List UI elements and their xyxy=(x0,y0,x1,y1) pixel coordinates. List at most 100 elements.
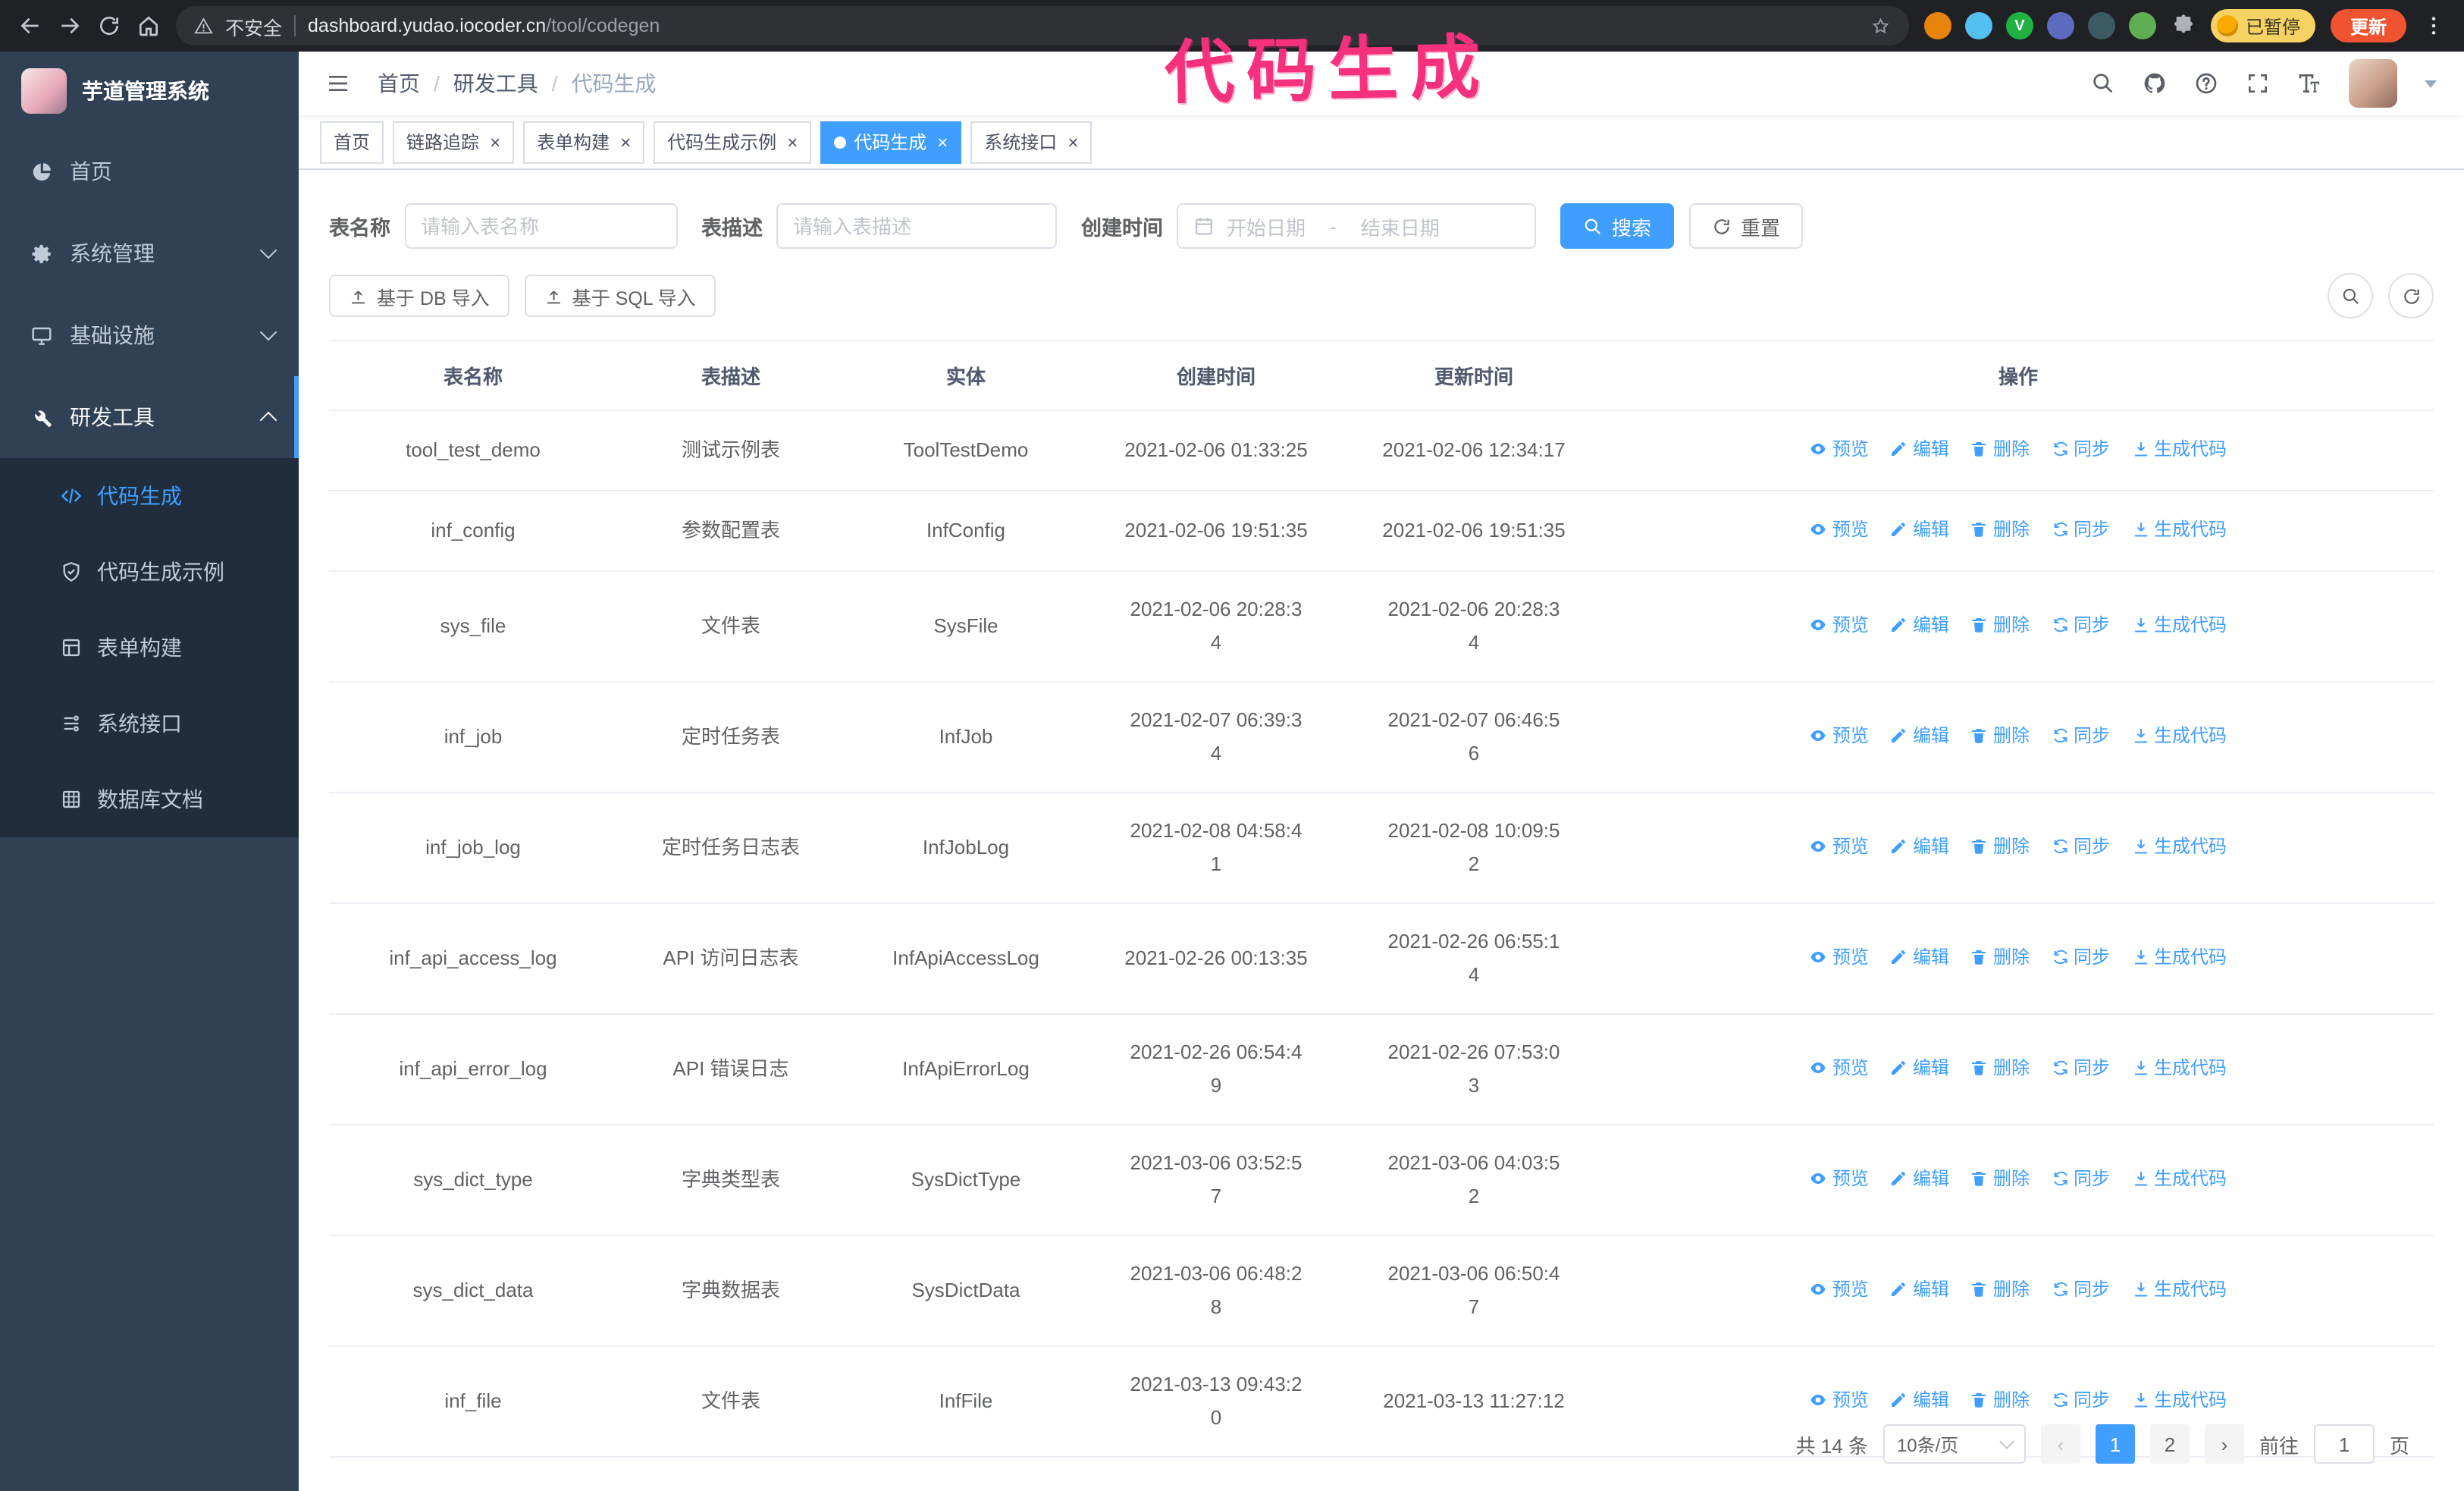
avatar-caret-icon[interactable] xyxy=(2425,80,2437,87)
toggle-search-button[interactable] xyxy=(2328,273,2373,319)
font-size-icon[interactable] xyxy=(2297,71,2321,96)
tab-代码生成示例[interactable]: 代码生成示例 × xyxy=(654,121,812,163)
action-preview[interactable]: 预览 xyxy=(1810,1273,1869,1306)
action-preview[interactable]: 预览 xyxy=(1810,1383,1869,1417)
import-sql-button[interactable]: 基于 SQL 导入 xyxy=(524,275,716,317)
action-sync[interactable]: 同步 xyxy=(2051,1162,2110,1195)
action-delete[interactable]: 删除 xyxy=(1970,830,2030,863)
action-generate-code[interactable]: 生成代码 xyxy=(2131,432,2227,466)
close-icon[interactable]: × xyxy=(787,133,798,151)
help-icon[interactable] xyxy=(2194,71,2218,96)
action-edit[interactable]: 编辑 xyxy=(1890,830,1949,863)
action-preview[interactable]: 预览 xyxy=(1810,940,1869,974)
fullscreen-icon[interactable] xyxy=(2246,71,2270,96)
orange-extension-icon[interactable] xyxy=(1923,12,1951,39)
tab-表单构建[interactable]: 表单构建 × xyxy=(523,121,645,163)
browser-menu-icon[interactable] xyxy=(2422,14,2446,38)
next-page-button[interactable]: › xyxy=(2204,1424,2244,1464)
tab-首页[interactable]: 首页 xyxy=(320,121,384,163)
action-generate-code[interactable]: 生成代码 xyxy=(2131,1162,2227,1195)
close-icon[interactable]: × xyxy=(1067,133,1078,151)
action-edit[interactable]: 编辑 xyxy=(1890,1162,1949,1195)
action-generate-code[interactable]: 生成代码 xyxy=(2131,513,2227,546)
action-edit[interactable]: 编辑 xyxy=(1890,1051,1949,1085)
green-check-extension-icon[interactable]: V xyxy=(2005,12,2033,39)
table-desc-input[interactable] xyxy=(776,203,1057,249)
goto-page-input[interactable] xyxy=(2313,1424,2375,1464)
close-icon[interactable]: × xyxy=(620,133,631,151)
tab-链路追踪[interactable]: 链路追踪 × xyxy=(393,121,515,163)
close-icon[interactable]: × xyxy=(937,133,948,151)
action-sync[interactable]: 同步 xyxy=(2051,432,2110,466)
action-delete[interactable]: 删除 xyxy=(1970,940,2030,974)
action-delete[interactable]: 删除 xyxy=(1970,1383,2030,1417)
bookmark-star-icon[interactable] xyxy=(1872,17,1891,36)
action-preview[interactable]: 预览 xyxy=(1810,608,1869,642)
sidebar-subitem-form-build[interactable]: 表单构建 xyxy=(0,610,299,686)
action-sync[interactable]: 同步 xyxy=(2051,719,2110,752)
action-preview[interactable]: 预览 xyxy=(1810,719,1869,752)
action-delete[interactable]: 删除 xyxy=(1970,1273,2030,1306)
action-preview[interactable]: 预览 xyxy=(1810,1162,1869,1195)
action-sync[interactable]: 同步 xyxy=(2051,1383,2110,1417)
home-icon[interactable] xyxy=(136,14,161,38)
sidebar-subitem-codegen[interactable]: 代码生成 xyxy=(0,458,299,534)
action-edit[interactable]: 编辑 xyxy=(1890,432,1949,466)
indigo-extension-icon[interactable] xyxy=(2046,12,2074,39)
page-size-select[interactable]: 10条/页 xyxy=(1882,1424,2026,1464)
action-sync[interactable]: 同步 xyxy=(2051,830,2110,863)
user-avatar[interactable] xyxy=(2349,59,2397,108)
breadcrumb-item[interactable]: 研发工具 xyxy=(453,68,538,99)
action-preview[interactable]: 预览 xyxy=(1810,432,1869,466)
action-edit[interactable]: 编辑 xyxy=(1890,1383,1949,1417)
sidebar-subitem-system-api[interactable]: 系统接口 xyxy=(0,686,299,761)
dark-extension-icon[interactable] xyxy=(2087,12,2115,39)
sidebar-subitem-db-doc[interactable]: 数据库文档 xyxy=(0,761,299,837)
paused-extension-badge[interactable]: 已暂停 xyxy=(2210,9,2315,42)
action-generate-code[interactable]: 生成代码 xyxy=(2131,608,2227,642)
table-name-input[interactable] xyxy=(404,203,677,249)
action-delete[interactable]: 删除 xyxy=(1970,1051,2030,1085)
close-icon[interactable]: × xyxy=(490,133,500,151)
action-preview[interactable]: 预览 xyxy=(1810,1051,1869,1085)
sidebar-subitem-codegen-example[interactable]: 代码生成示例 xyxy=(0,534,299,610)
action-generate-code[interactable]: 生成代码 xyxy=(2131,1383,2227,1417)
sidebar-item-devtools[interactable]: 研发工具 xyxy=(0,376,299,458)
action-edit[interactable]: 编辑 xyxy=(1890,719,1949,752)
action-edit[interactable]: 编辑 xyxy=(1890,513,1949,546)
action-generate-code[interactable]: 生成代码 xyxy=(2131,940,2227,974)
sidebar-item-home[interactable]: 首页 xyxy=(0,130,299,212)
page-button-1[interactable]: 1 xyxy=(2095,1424,2135,1464)
action-delete[interactable]: 删除 xyxy=(1970,608,2030,642)
puzzle-extensions-icon[interactable] xyxy=(2171,14,2196,38)
search-button[interactable]: 搜索 xyxy=(1560,203,1675,249)
prev-page-button[interactable]: ‹ xyxy=(2040,1424,2080,1464)
sidebar-item-infra[interactable]: 基础设施 xyxy=(0,294,299,376)
date-range-picker[interactable]: 开始日期 - 结束日期 xyxy=(1177,203,1536,249)
back-icon[interactable] xyxy=(18,14,42,38)
forward-icon[interactable] xyxy=(58,14,82,38)
action-generate-code[interactable]: 生成代码 xyxy=(2131,719,2227,752)
action-generate-code[interactable]: 生成代码 xyxy=(2131,1273,2227,1306)
action-edit[interactable]: 编辑 xyxy=(1890,940,1949,974)
breadcrumb-item[interactable]: 首页 xyxy=(378,68,420,99)
action-sync[interactable]: 同步 xyxy=(2051,940,2110,974)
action-delete[interactable]: 删除 xyxy=(1970,1162,2030,1195)
page-button-2[interactable]: 2 xyxy=(2149,1424,2190,1464)
github-icon[interactable] xyxy=(2143,71,2167,96)
reset-button[interactable]: 重置 xyxy=(1689,203,1804,249)
leaf-extension-icon[interactable] xyxy=(2128,12,2156,39)
import-db-button[interactable]: 基于 DB 导入 xyxy=(329,275,509,317)
search-icon[interactable] xyxy=(2091,71,2115,96)
app-logo[interactable]: 芋道管理系统 xyxy=(0,52,299,130)
blue-extension-icon[interactable] xyxy=(1964,12,1992,39)
action-delete[interactable]: 删除 xyxy=(1970,719,2030,752)
tab-系统接口[interactable]: 系统接口 × xyxy=(970,121,1092,163)
tab-代码生成[interactable]: 代码生成 × xyxy=(820,121,962,163)
browser-update-button[interactable]: 更新 xyxy=(2330,9,2406,42)
action-sync[interactable]: 同步 xyxy=(2051,1273,2110,1306)
action-generate-code[interactable]: 生成代码 xyxy=(2131,1051,2227,1085)
reload-icon[interactable] xyxy=(97,14,121,38)
hamburger-icon[interactable] xyxy=(326,71,350,96)
sidebar-item-system[interactable]: 系统管理 xyxy=(0,212,299,294)
